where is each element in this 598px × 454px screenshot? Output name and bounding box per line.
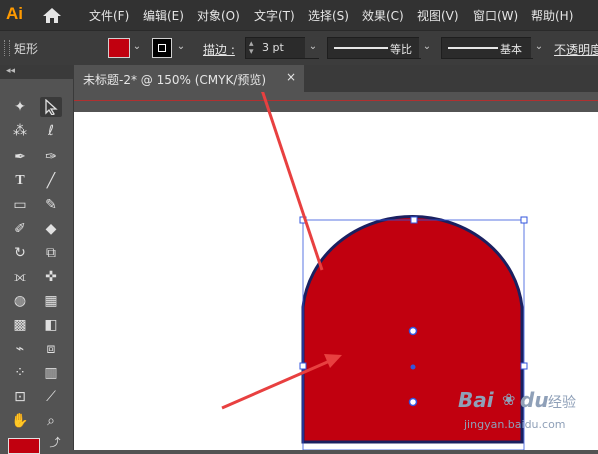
pen-tool-icon[interactable]: ✒	[9, 147, 31, 167]
tools-panel-header: ◂◂	[0, 65, 73, 79]
stroke-color-swatch[interactable]	[152, 38, 172, 58]
magic-wand-tool-icon[interactable]: ⁂	[9, 121, 31, 141]
menu-effect[interactable]: 效果(C)	[362, 7, 404, 24]
curvature-tool-icon[interactable]: ✑	[40, 147, 62, 167]
document-tab-title: 未标题-2* @ 150% (CMYK/预览)	[83, 73, 267, 87]
scale-tool-icon[interactable]: ⧉	[40, 243, 62, 263]
add-anchor-tool-icon[interactable]: ✦	[9, 97, 31, 117]
collapse-icon[interactable]: ◂◂	[6, 66, 15, 76]
menu-view[interactable]: 视图(V)	[417, 7, 459, 24]
chevron-down-icon[interactable]: ⌄	[174, 39, 188, 55]
control-bar: 矩形 ⌄ ⌄ 描边 : ▴ ▾ 3 pt ⌄ 等比 ⌄ 基本 ⌄ 不透明度	[0, 30, 598, 66]
line-tool-icon[interactable]: ╱	[40, 171, 62, 191]
hand-tool-icon[interactable]: ✋	[9, 411, 31, 431]
bounding-box-handle[interactable]	[520, 362, 528, 370]
fill-color-swatch[interactable]	[108, 38, 130, 58]
chevron-down-icon[interactable]: ⌄	[305, 36, 321, 58]
menu-help[interactable]: 帮助(H)	[531, 7, 573, 24]
annotation-arrow-line	[261, 92, 324, 271]
menu-select[interactable]: 选择(S)	[308, 7, 349, 24]
rotate-tool-icon[interactable]: ↻	[9, 243, 31, 263]
lasso-tool-icon[interactable]: ℓ	[40, 121, 62, 141]
bounding-box-handle[interactable]	[299, 362, 307, 370]
puppet-warp-tool-icon[interactable]: ✜	[40, 267, 62, 287]
paintbrush-tool-icon[interactable]: ✎	[40, 195, 62, 215]
watermark-label: 经验	[548, 395, 576, 411]
menu-object[interactable]: 对象(O)	[197, 7, 240, 24]
width-tool-icon[interactable]: ⟗	[9, 267, 31, 287]
document-tab-bar: 未标题-2* @ 150% (CMYK/预览) ×	[74, 65, 598, 92]
perspective-grid-tool-icon[interactable]: ▦	[40, 291, 62, 311]
mesh-tool-icon[interactable]: ▩	[9, 315, 31, 335]
variable-width-profile[interactable]: 等比	[327, 37, 421, 59]
stepper-icon[interactable]: ▴ ▾	[249, 40, 254, 57]
canvas-area[interactable]: Bai ❀ du 经验 jingyan.baidu.com	[74, 92, 598, 450]
document-tab[interactable]: 未标题-2* @ 150% (CMYK/预览) ×	[74, 65, 304, 92]
shaper-tool-icon[interactable]: ✐	[9, 219, 31, 239]
tools-panel: ◂◂ ✦ ⁂ ℓ ✒ ✑ T ╱ ▭ ✎ ✐ ◆ ↻ ⧉ ⟗ ✜ ◍ ▦ ▩ ◧…	[0, 65, 74, 454]
opacity-label[interactable]: 不透明度	[554, 41, 598, 58]
chevron-down-icon[interactable]: ⌄	[130, 39, 144, 55]
menu-type[interactable]: 文字(T)	[254, 7, 295, 24]
brush-line-icon	[448, 47, 498, 49]
symbol-sprayer-tool-icon[interactable]: ⁘	[9, 363, 31, 383]
slice-tool-icon[interactable]: ⟋	[40, 387, 62, 407]
menu-edit[interactable]: 编辑(E)	[143, 7, 184, 24]
eraser-tool-icon[interactable]: ◆	[40, 219, 62, 239]
baidu-watermark: Bai ❀ du 经验 jingyan.baidu.com	[458, 388, 594, 436]
profile-label: 等比	[390, 43, 412, 56]
app-logo: Ai	[6, 4, 23, 23]
blend-tool-icon[interactable]: ⧈	[40, 339, 62, 359]
fill-indicator[interactable]	[8, 438, 40, 454]
stroke-label[interactable]: 描边 :	[203, 41, 235, 58]
swap-colors-icon[interactable]: ⤴	[44, 433, 66, 453]
brush-label: 基本	[500, 43, 522, 56]
column-graph-tool-icon[interactable]: ▥	[40, 363, 62, 383]
artboard-tool-icon[interactable]: ⊡	[9, 387, 31, 407]
watermark-brand: Bai	[458, 388, 494, 412]
panel-grip[interactable]	[4, 40, 10, 56]
corner-widget[interactable]	[408, 326, 418, 336]
direct-selection-tool-icon[interactable]	[40, 97, 62, 117]
stroke-weight-value: 3 pt	[262, 41, 284, 54]
menu-file[interactable]: 文件(F)	[89, 7, 129, 24]
profile-line-icon	[334, 47, 388, 49]
gradient-tool-icon[interactable]: ◧	[40, 315, 62, 335]
watermark-brand-suffix: du	[520, 388, 549, 412]
watermark-url: jingyan.baidu.com	[464, 418, 566, 431]
menu-window[interactable]: 窗口(W)	[473, 7, 518, 24]
rectangle-tool-icon[interactable]: ▭	[9, 195, 31, 215]
corner-widget[interactable]	[408, 397, 418, 407]
chevron-down-icon[interactable]: ⌄	[531, 36, 547, 58]
paw-icon: ❀	[502, 390, 516, 409]
center-point	[410, 364, 416, 370]
chevron-down-icon[interactable]: ⌄	[419, 36, 435, 58]
bounding-box-handle[interactable]	[410, 216, 418, 224]
brush-definition[interactable]: 基本	[441, 37, 533, 59]
shape-builder-tool-icon[interactable]: ◍	[9, 291, 31, 311]
type-tool-icon[interactable]: T	[9, 171, 31, 191]
home-icon[interactable]	[42, 6, 62, 24]
selection-type-label: 矩形	[14, 42, 39, 56]
eyedropper-tool-icon[interactable]: ⌁	[9, 339, 31, 359]
close-icon[interactable]: ×	[286, 70, 296, 84]
zoom-tool-icon[interactable]: ⌕	[40, 411, 62, 431]
menu-bar: Ai 文件(F) 编辑(E) 对象(O) 文字(T) 选择(S) 效果(C) 视…	[0, 0, 598, 30]
bounding-box-handle[interactable]	[520, 216, 528, 224]
